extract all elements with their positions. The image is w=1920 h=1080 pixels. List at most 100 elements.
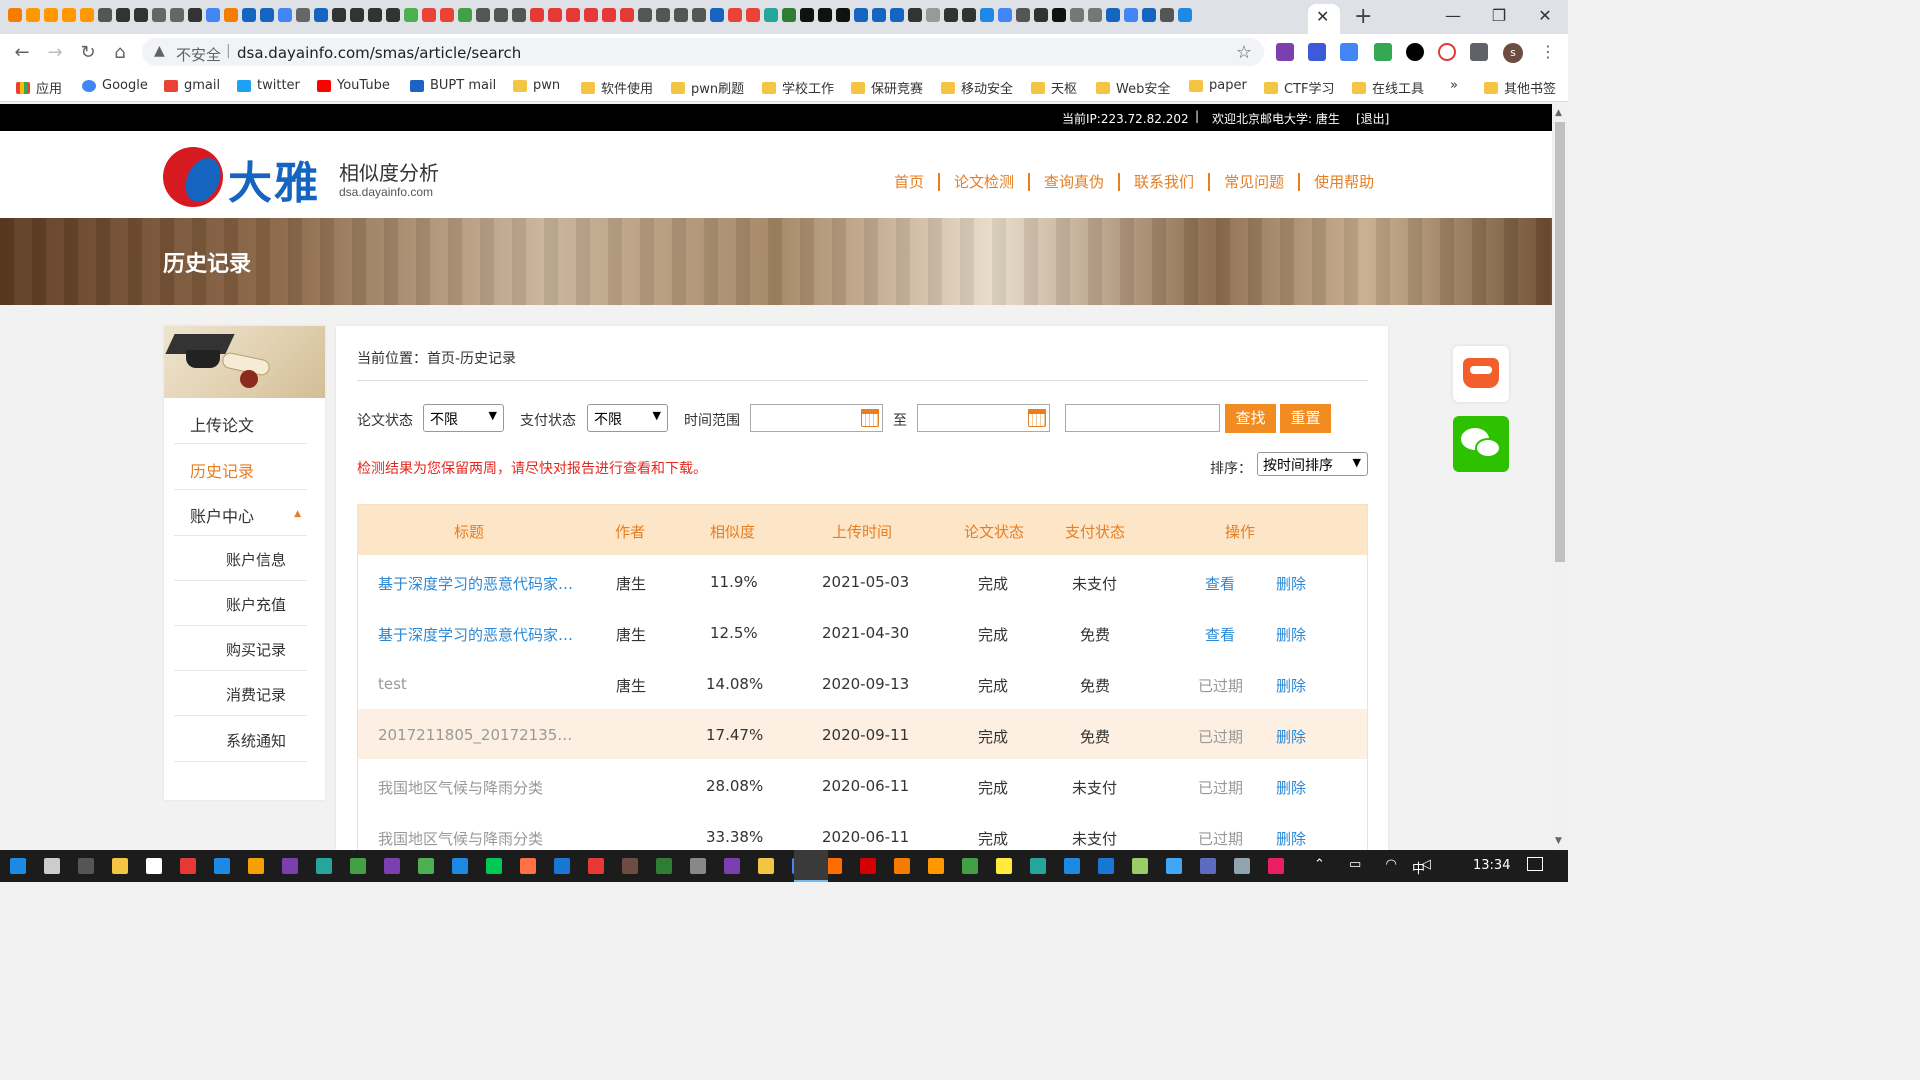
tab-favicon-icon[interactable] xyxy=(368,8,382,22)
tab-favicon-icon[interactable] xyxy=(170,8,184,22)
taskbar-app-icon[interactable] xyxy=(78,858,94,874)
tab-favicon-icon[interactable] xyxy=(1178,8,1192,22)
taskbar-app-icon[interactable] xyxy=(622,858,638,874)
scroll-down-icon[interactable]: ▼ xyxy=(1555,836,1562,846)
expand-arrow-icon[interactable]: ▲ xyxy=(294,509,301,519)
scroll-thumb[interactable] xyxy=(1555,122,1565,562)
other-bookmarks[interactable]: 其他书签 xyxy=(1484,78,1556,97)
taskbar-app-icon[interactable] xyxy=(214,858,230,874)
tab-favicon-icon[interactable] xyxy=(944,8,958,22)
taskbar-app-icon[interactable] xyxy=(1132,858,1148,874)
logo-icon[interactable] xyxy=(163,147,223,207)
sidebar-subitem-consumption[interactable]: 消费记录 xyxy=(174,671,307,716)
profile-avatar[interactable]: s xyxy=(1503,43,1523,63)
tab-favicon-icon[interactable] xyxy=(1070,8,1084,22)
taskbar-app-icon[interactable] xyxy=(758,858,774,874)
bookmark-folder[interactable]: 学校工作 xyxy=(762,78,834,97)
taskbar-app-icon[interactable] xyxy=(350,858,366,874)
tab-favicon-icon[interactable] xyxy=(962,8,976,22)
tab-favicon-icon[interactable] xyxy=(854,8,868,22)
tab-favicon-icon[interactable] xyxy=(494,8,508,22)
tab-favicon-icon[interactable] xyxy=(296,8,310,22)
taskbar-app-icon[interactable] xyxy=(1234,858,1250,874)
nav-home[interactable]: 首页 xyxy=(880,173,941,191)
tab-favicon-icon[interactable] xyxy=(152,8,166,22)
taskbar-app-icon[interactable] xyxy=(146,858,162,874)
bookmark-folder[interactable]: pwn刷题 xyxy=(671,78,744,97)
clock[interactable]: 13:34 xyxy=(1473,858,1510,873)
tab-favicon-icon[interactable] xyxy=(548,8,562,22)
puzzle-extensions-icon[interactable] xyxy=(1470,43,1488,61)
tab-favicon-icon[interactable] xyxy=(566,8,580,22)
sidebar-subitem-recharge[interactable]: 账户充值 xyxy=(174,581,307,626)
sidebar-subitem-account-info[interactable]: 账户信息 xyxy=(174,536,307,581)
tab-favicon-icon[interactable] xyxy=(998,8,1012,22)
tab-favicon-icon[interactable] xyxy=(8,8,22,22)
robot-assistant-icon[interactable] xyxy=(1453,346,1509,402)
tab-favicon-icon[interactable] xyxy=(206,8,220,22)
bookmark-folder[interactable]: pwn xyxy=(513,78,560,93)
tab-favicon-icon[interactable] xyxy=(1088,8,1102,22)
bookmark-folder[interactable]: 保研竞赛 xyxy=(851,78,923,97)
tab-favicon-icon[interactable] xyxy=(584,8,598,22)
end-date-input[interactable] xyxy=(917,404,1050,432)
tab-favicon-icon[interactable] xyxy=(800,8,814,22)
close-tab-icon[interactable]: ✕ xyxy=(1316,7,1329,26)
tab-favicon-icon[interactable] xyxy=(62,8,76,22)
sort-select[interactable]: 按时间排序 ▼ xyxy=(1257,452,1368,476)
tab-favicon-icon[interactable] xyxy=(278,8,292,22)
tab-favicon-icon[interactable] xyxy=(674,8,688,22)
nav-faq[interactable]: 常见问题 xyxy=(1210,173,1301,191)
minimize-icon[interactable]: — xyxy=(1430,0,1476,34)
bookmark-folder[interactable]: 在线工具 xyxy=(1352,78,1424,97)
sidebar-subitem-purchases[interactable]: 购买记录 xyxy=(174,626,307,671)
taskbar-app-icons[interactable] xyxy=(10,858,1284,874)
tab-favicon-icon[interactable] xyxy=(1016,8,1030,22)
sidebar-subitem-notifications[interactable]: 系统通知 xyxy=(174,716,307,762)
block-extension-icon[interactable] xyxy=(1438,43,1456,61)
delete-link[interactable]: 删除 xyxy=(1276,573,1306,594)
window-close-icon[interactable]: ✕ xyxy=(1522,0,1568,34)
taskbar-app-icon[interactable] xyxy=(1030,858,1046,874)
taskbar-app-icon[interactable] xyxy=(1064,858,1080,874)
notification-icon[interactable] xyxy=(1527,857,1543,871)
keyword-input[interactable] xyxy=(1065,404,1220,432)
home-icon[interactable]: ⌂ xyxy=(108,42,132,63)
tab-favicon-icon[interactable] xyxy=(224,8,238,22)
delete-link[interactable]: 删除 xyxy=(1276,828,1306,849)
restore-icon[interactable]: ❐ xyxy=(1476,0,1522,34)
logo-title[interactable]: 大雅 xyxy=(228,147,320,211)
tab-favicon-icon[interactable] xyxy=(26,8,40,22)
search-button[interactable]: 查找 xyxy=(1225,404,1276,433)
wechat-icon[interactable] xyxy=(1453,416,1509,472)
delete-link[interactable]: 删除 xyxy=(1276,777,1306,798)
bookmark-twitter[interactable]: twitter xyxy=(237,78,300,93)
tab-favicon-icon[interactable] xyxy=(80,8,94,22)
tab-favicon-icon[interactable] xyxy=(746,8,760,22)
back-icon[interactable]: ← xyxy=(10,42,34,63)
start-date-input[interactable] xyxy=(750,404,883,432)
tab-favicon-icon[interactable] xyxy=(1034,8,1048,22)
bookmark-google[interactable]: Google xyxy=(82,78,148,93)
bookmark-bupt-mail[interactable]: BUPT mail xyxy=(410,78,496,93)
tab-favicon-icon[interactable] xyxy=(1106,8,1120,22)
tab-favicon-icon[interactable] xyxy=(1160,8,1174,22)
tab-favicon-icon[interactable] xyxy=(350,8,364,22)
bookmarks-more-button[interactable]: » xyxy=(1450,78,1458,93)
row-title[interactable]: 基于深度学习的恶意代码家族... xyxy=(378,624,578,645)
bookmark-youtube[interactable]: YouTube xyxy=(317,78,390,93)
bookmark-folder[interactable]: 移动安全 xyxy=(941,78,1013,97)
bookmark-gmail[interactable]: gmail xyxy=(164,78,220,93)
circle-extension-icon[interactable] xyxy=(1406,43,1424,61)
taskbar-app-icon[interactable] xyxy=(452,858,468,874)
tab-favicon-icon[interactable] xyxy=(818,8,832,22)
sidebar-item-account-center[interactable]: 账户中心 ▲ xyxy=(174,490,307,536)
taskbar-app-icon[interactable] xyxy=(996,858,1012,874)
tab-favicon-icon[interactable] xyxy=(728,8,742,22)
cube-extension-icon[interactable] xyxy=(1308,43,1326,61)
taskbar-app-icon[interactable] xyxy=(520,858,536,874)
taskbar-app-icon[interactable] xyxy=(10,858,26,874)
bookmark-star-icon[interactable]: ☆ xyxy=(1236,42,1252,63)
tab-favicon-icon[interactable] xyxy=(602,8,616,22)
tab-favicon-icon[interactable] xyxy=(872,8,886,22)
